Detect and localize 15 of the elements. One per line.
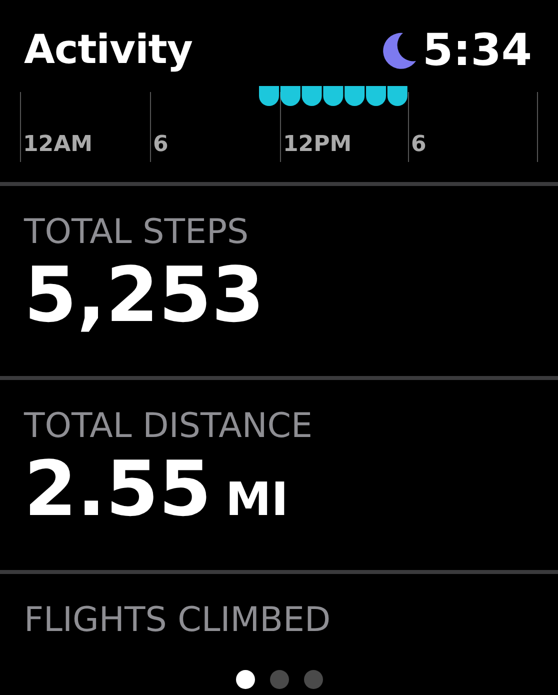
time-axis-label: 6 [153, 132, 168, 157]
clock-time: 5:34 [422, 24, 532, 76]
metric-value: 2.55 [24, 446, 212, 532]
metric-label: TOTAL DISTANCE [24, 406, 314, 446]
time-axis-label: 12PM [283, 132, 352, 157]
metric-unit: MI [226, 471, 288, 528]
page-dot[interactable] [236, 670, 255, 689]
app-title: Activity [24, 27, 192, 73]
time-axis-label: 12AM [23, 132, 93, 157]
page-dot[interactable] [304, 670, 323, 689]
time-axis-label: 6 [411, 132, 426, 157]
page-dot[interactable] [270, 670, 289, 689]
metric-value: 5,253 [24, 252, 264, 338]
metric-label: FLIGHTS CLIMBED [24, 600, 332, 640]
metric-label: TOTAL STEPS [24, 212, 250, 252]
